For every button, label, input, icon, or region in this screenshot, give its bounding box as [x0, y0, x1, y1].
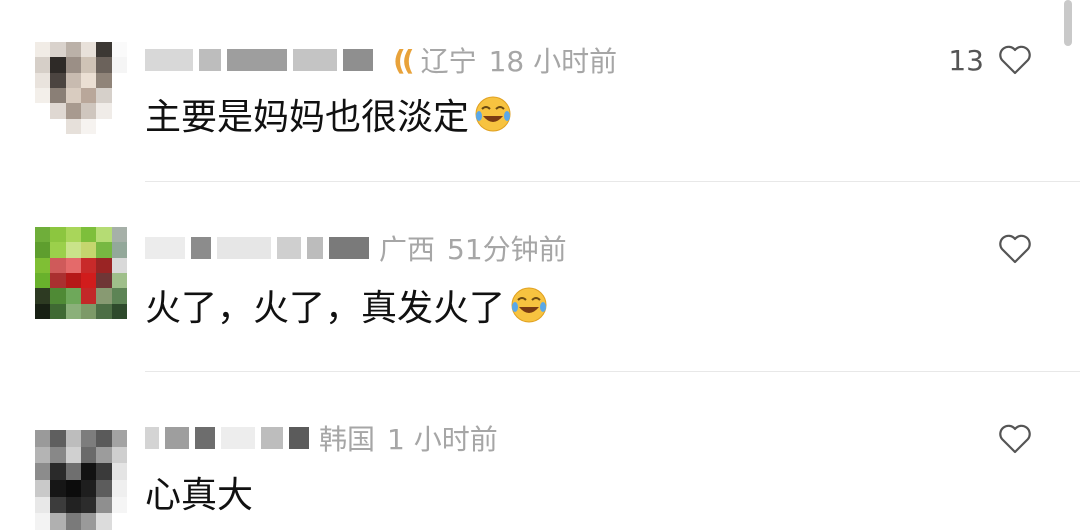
avatar[interactable]	[35, 430, 127, 530]
comment-location: 广西	[379, 233, 436, 266]
like-button[interactable]	[998, 421, 1032, 457]
comment-text: 心真大	[145, 475, 254, 516]
like-count: 13	[948, 43, 984, 77]
comment-location: 韩国	[319, 423, 376, 456]
comment-list: (( 辽宁 18 小时前 主要是妈妈也很淡定 13 广西 51分钟前 火了，火了…	[0, 0, 1080, 530]
rolling-on-floor-laughing-icon	[475, 96, 511, 132]
comment-meta: 广西 51分钟前	[145, 228, 567, 268]
username-redacted[interactable]	[145, 427, 159, 449]
like-button[interactable]	[998, 231, 1032, 267]
comment-text: 火了，火了，真发火了	[145, 281, 549, 329]
heart-icon	[999, 234, 1031, 264]
divider	[145, 181, 1080, 182]
comment-text: 主要是妈妈也很淡定	[145, 90, 513, 138]
username-redacted[interactable]	[145, 237, 185, 259]
heart-icon	[999, 424, 1031, 454]
comment-meta: 韩国 1 小时前	[145, 418, 498, 458]
like-button[interactable]: 13	[948, 42, 1032, 78]
comment-time: 1 小时前	[387, 423, 498, 456]
comment-time: 51分钟前	[447, 233, 567, 266]
avatar[interactable]	[35, 42, 127, 134]
rolling-on-floor-laughing-icon	[511, 287, 547, 323]
vip-badge-icon: ((	[393, 43, 415, 77]
comment-time: 18 小时前	[488, 45, 618, 78]
comment-location: 辽宁	[420, 45, 477, 78]
comment-meta: (( 辽宁 18 小时前	[145, 40, 617, 80]
heart-icon	[999, 45, 1031, 75]
divider	[145, 371, 1080, 372]
avatar[interactable]	[35, 227, 127, 319]
username-redacted[interactable]	[145, 49, 193, 71]
scrollbar[interactable]	[1064, 0, 1072, 46]
